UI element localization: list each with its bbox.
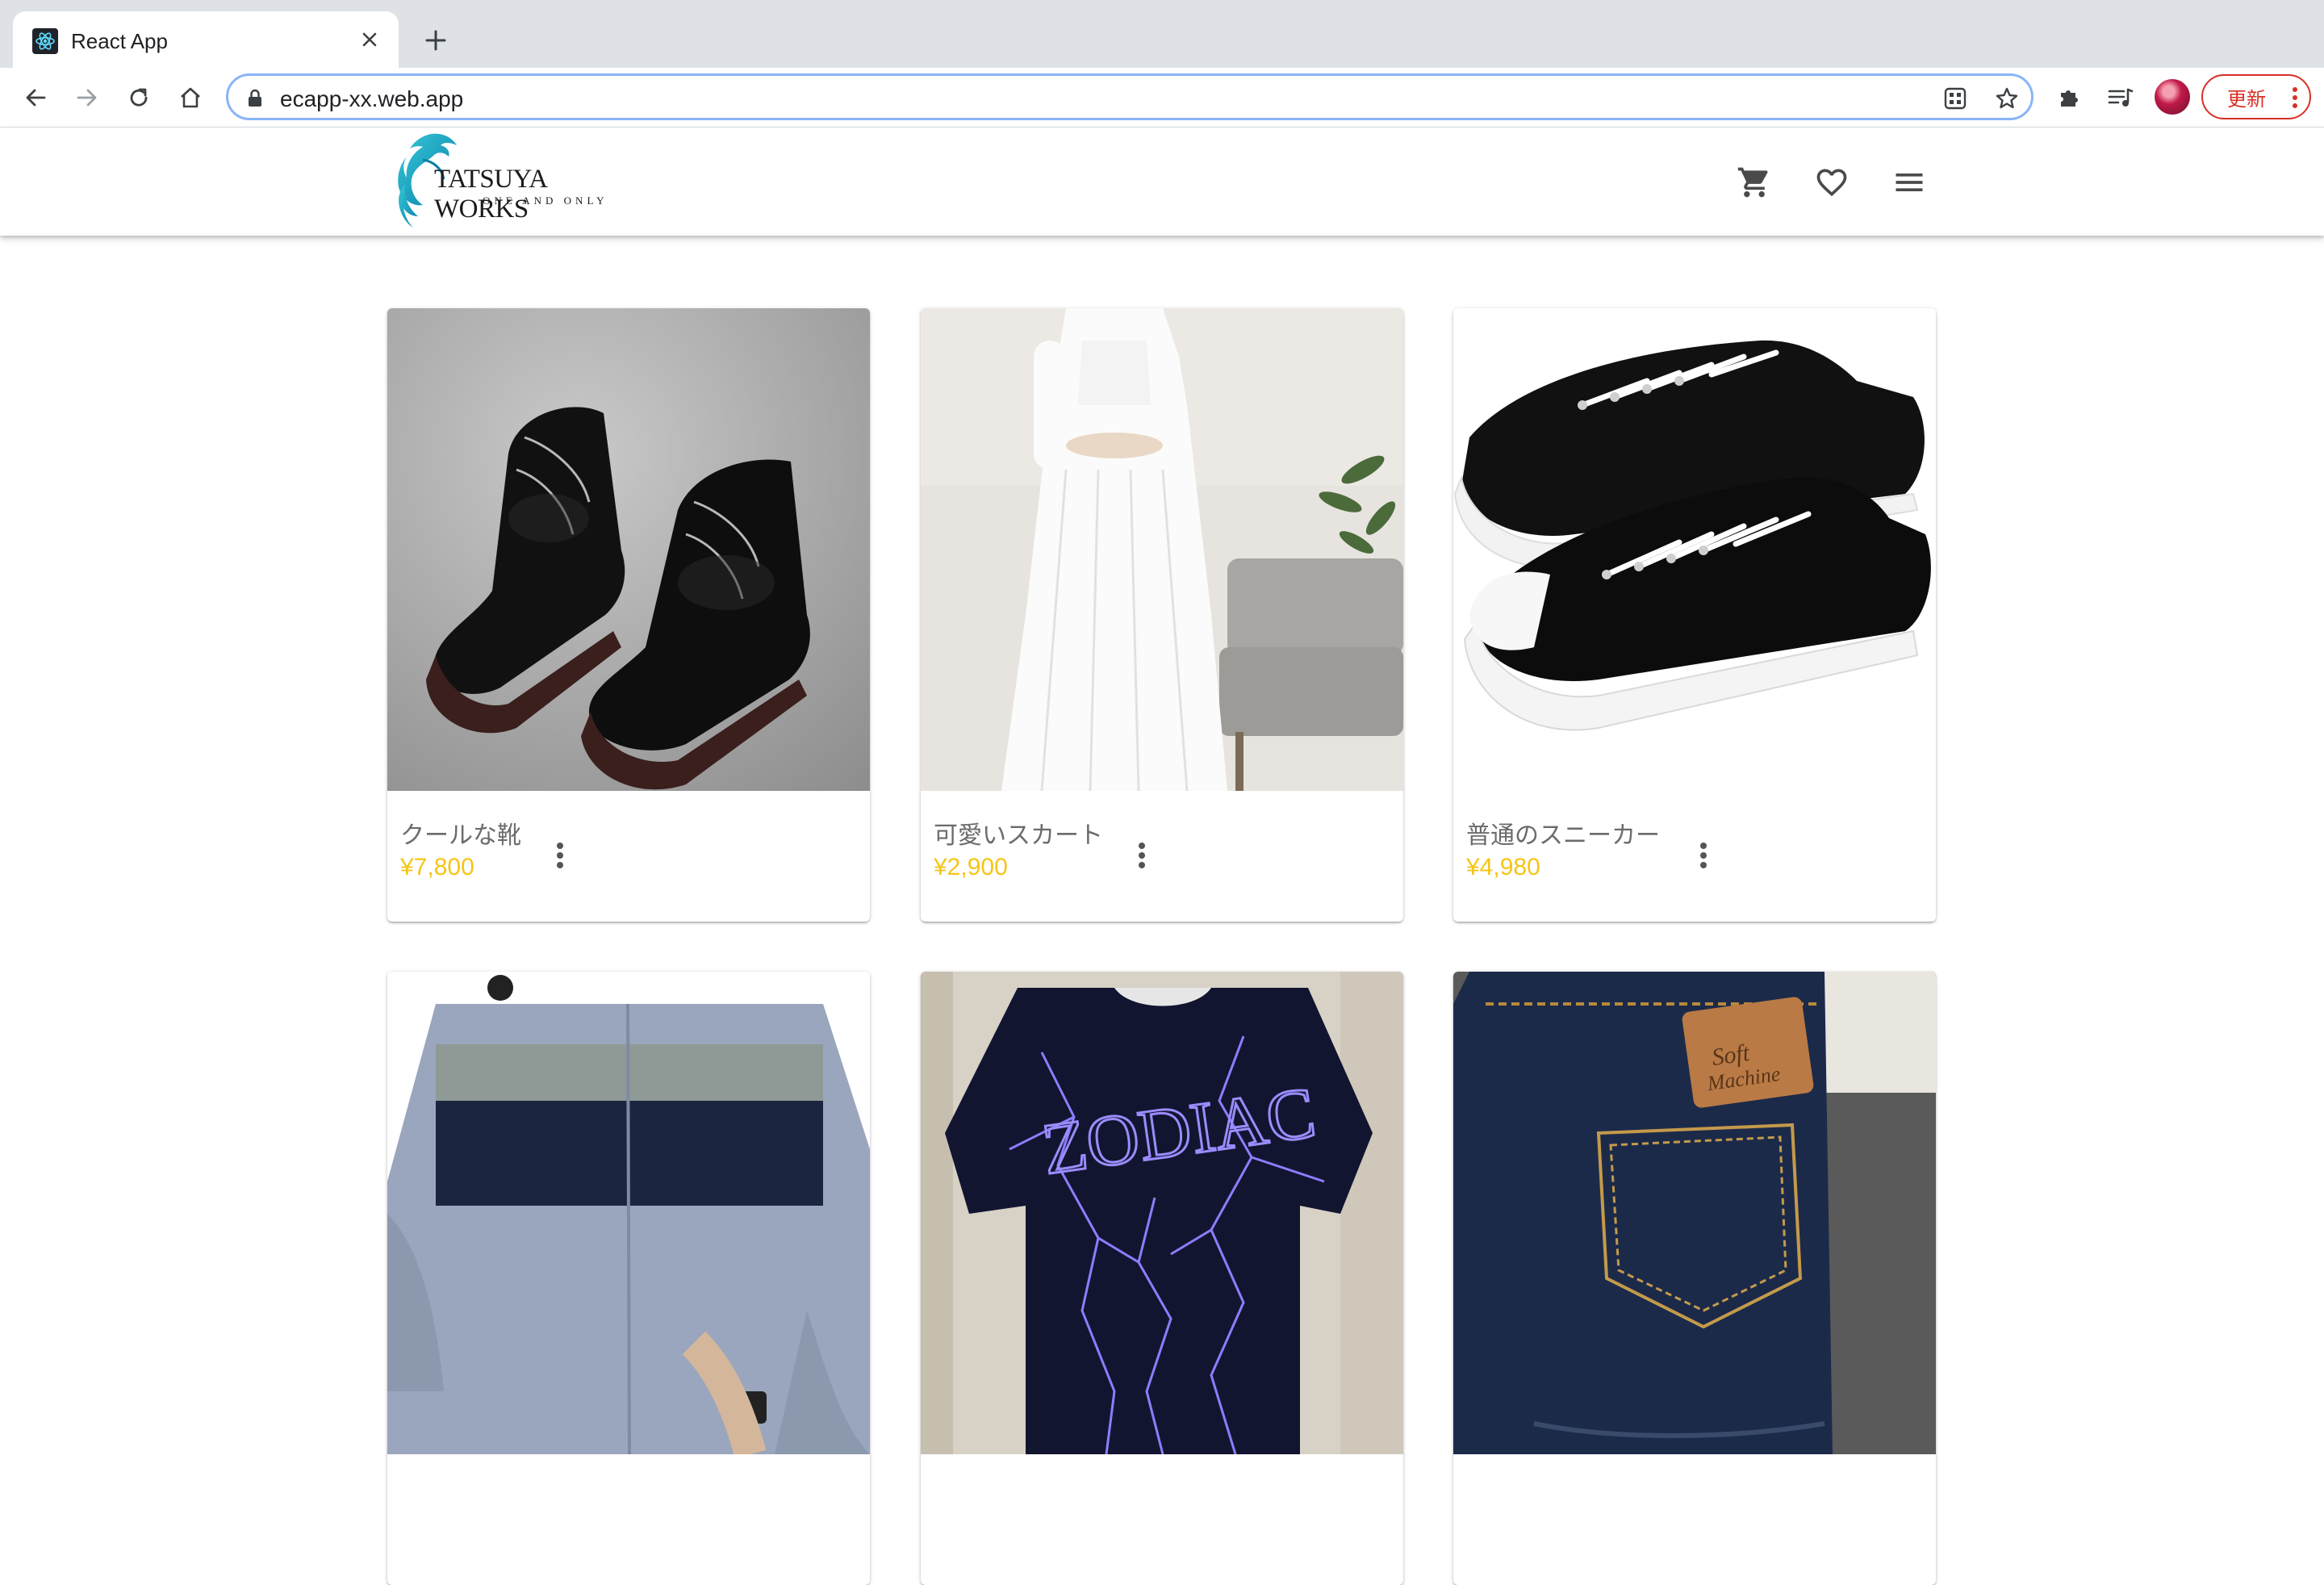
close-icon[interactable] xyxy=(355,25,384,54)
browser-toolbar: ecapp-xx.web.app 更新 xyxy=(0,68,2324,128)
cart-icon[interactable] xyxy=(1732,160,1777,205)
product-card[interactable]: Soft Machine xyxy=(1453,972,1936,1585)
site-logo[interactable]: TATSUYA WORKS ONE AND ONLY xyxy=(394,128,628,236)
react-icon xyxy=(32,28,58,54)
product-info xyxy=(1453,1454,1936,1585)
menu-icon[interactable] xyxy=(1887,160,1932,205)
qr-code-icon[interactable] xyxy=(1941,84,1970,113)
product-name[interactable]: 可愛いスカート xyxy=(934,815,1103,851)
browser-tab[interactable]: React App xyxy=(13,11,399,68)
more-vert-icon[interactable] xyxy=(541,836,579,875)
back-arrow-icon[interactable] xyxy=(16,78,55,117)
update-button[interactable]: 更新 xyxy=(2201,74,2311,119)
product-price: ¥2,900 xyxy=(934,854,1008,880)
product-image-sneakers[interactable] xyxy=(1453,308,1936,791)
product-name[interactable]: 普通のスニーカー xyxy=(1466,815,1660,851)
more-vert-icon[interactable] xyxy=(1684,836,1723,875)
product-card[interactable] xyxy=(387,972,870,1585)
product-name[interactable]: クールな靴 xyxy=(400,815,521,851)
profile-avatar[interactable] xyxy=(2155,79,2190,115)
product-card[interactable]: ZODIAC xyxy=(921,972,1403,1585)
product-info: 可愛いスカート ¥2,900 xyxy=(921,791,1403,922)
favorite-icon[interactable] xyxy=(1809,160,1854,205)
product-info xyxy=(387,1454,870,1585)
product-image-tshirt[interactable]: ZODIAC xyxy=(921,972,1403,1454)
product-card[interactable]: 可愛いスカート ¥2,900 xyxy=(921,308,1403,922)
product-image-dress[interactable] xyxy=(921,308,1403,791)
lock-icon xyxy=(246,88,264,113)
product-info xyxy=(921,1454,1403,1585)
more-vert-icon xyxy=(2292,86,2298,115)
product-price: ¥4,980 xyxy=(1466,854,1540,880)
address-bar[interactable]: ecapp-xx.web.app xyxy=(226,73,2034,120)
new-tab-plus-icon[interactable] xyxy=(416,21,455,60)
forward-arrow-icon[interactable] xyxy=(68,78,107,117)
product-image-shirt[interactable] xyxy=(387,972,870,1454)
product-image-boots[interactable] xyxy=(387,308,870,791)
url-text: ecapp-xx.web.app xyxy=(280,86,464,111)
product-info: 普通のスニーカー ¥4,980 xyxy=(1453,791,1936,922)
bookmark-star-icon[interactable] xyxy=(1992,84,2021,113)
app-header: TATSUYA WORKS ONE AND ONLY xyxy=(0,128,2324,236)
product-card[interactable]: クールな靴 ¥7,800 xyxy=(387,308,870,922)
product-card[interactable]: 普通のスニーカー ¥4,980 xyxy=(1453,308,1936,922)
logo-tagline: ONE AND ONLY xyxy=(483,194,608,207)
product-info: クールな靴 ¥7,800 xyxy=(387,791,870,922)
tab-title: React App xyxy=(71,29,168,53)
product-image-jeans[interactable]: Soft Machine xyxy=(1453,972,1936,1454)
more-vert-icon[interactable] xyxy=(1122,836,1161,875)
extensions-puzzle-icon[interactable] xyxy=(2050,78,2088,117)
reload-icon[interactable] xyxy=(119,78,158,117)
reading-list-icon[interactable] xyxy=(2101,78,2140,117)
product-price: ¥7,800 xyxy=(400,854,474,880)
browser-tabstrip: React App xyxy=(0,0,2324,68)
home-icon[interactable] xyxy=(171,78,210,117)
update-label: 更新 xyxy=(2227,88,2266,111)
